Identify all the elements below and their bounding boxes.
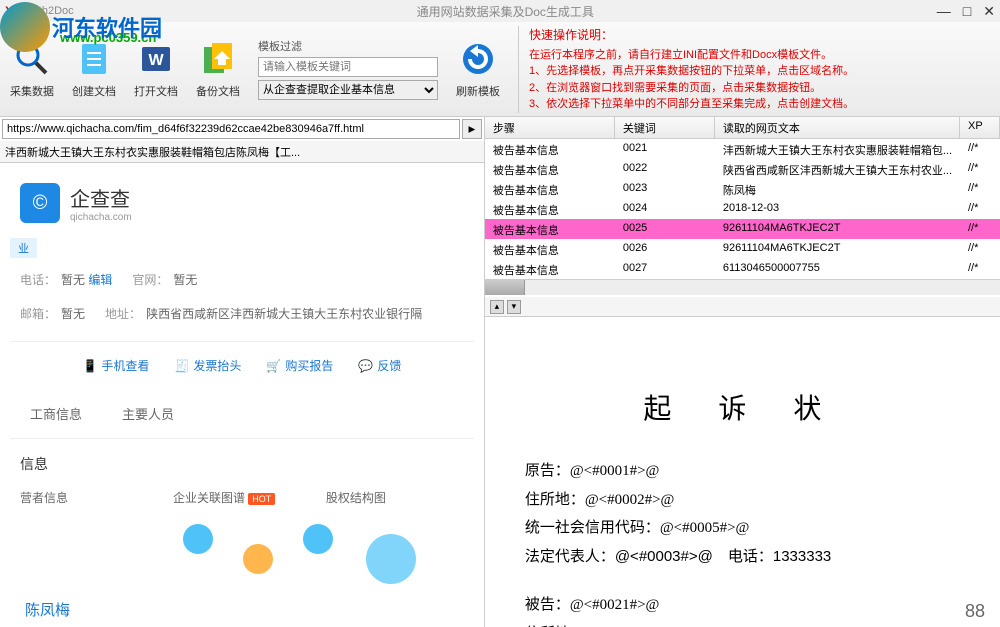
- window-controls: — □ ✕: [937, 3, 995, 20]
- document-preview: 起 诉 状 原告：@<#0001#>@ 住所地：@<#0002#>@ 统一社会信…: [485, 317, 1000, 627]
- page-number: 88: [965, 601, 985, 622]
- maximize-button[interactable]: □: [963, 3, 971, 20]
- data-table: 步骤 关键词 读取的网页文本 XP 被告基本信息0021沣西新城大王镇大王东村衣…: [485, 117, 1000, 297]
- browser-tab[interactable]: 沣西新城大王镇大王东村衣实惠服装鞋帽箱包店陈凤梅【工...: [0, 141, 484, 163]
- qcc-brand: 企查查: [70, 183, 132, 212]
- mobile-view[interactable]: 📱 手机查看: [82, 357, 149, 374]
- ruler-down-icon[interactable]: ▾: [507, 300, 521, 314]
- help-title: 快速操作说明：: [529, 26, 990, 43]
- qcc-logo-icon: ©: [20, 183, 60, 223]
- quick-help: 快速操作说明： 在运行本程序之前，请自行建立INI配置文件和Docx模板文件。 …: [518, 26, 990, 113]
- window-title: 通用网站数据采集及Doc生成工具: [74, 3, 937, 20]
- edit-link[interactable]: 编辑: [88, 273, 112, 287]
- template-filter: 模板过滤 从企查查提取企业基本信息: [258, 38, 438, 100]
- tab-business-info[interactable]: 工商信息: [30, 404, 82, 423]
- left-pane: ▸ 沣西新城大王镇大王东村衣实惠服装鞋帽箱包店陈凤梅【工... © 企查查 qi…: [0, 117, 485, 627]
- table-row[interactable]: 被告基本信息0021沣西新城大王镇大王东村衣实惠服装鞋帽箱包...//*: [485, 139, 1000, 159]
- help-line-1: 1、先选择模板，再点开采集数据按钮的下拉菜单，点击区域名称。: [529, 63, 990, 80]
- url-bar: ▸: [0, 117, 484, 141]
- help-line-2: 2、在浏览器窗口找到需要采集的页面，点击采集数据按钮。: [529, 80, 990, 97]
- table-row[interactable]: 被告基本信息0023陈凤梅//*: [485, 179, 1000, 199]
- doc-title: 起 诉 状: [525, 387, 960, 427]
- watermark-site: 河东软件园: [52, 11, 162, 43]
- backup-icon: [198, 39, 238, 79]
- help-line-0: 在运行本程序之前，请自行建立INI配置文件和Docx模板文件。: [529, 47, 990, 64]
- right-pane: 步骤 关键词 读取的网页文本 XP 被告基本信息0021沣西新城大王镇大王东村衣…: [485, 117, 1000, 627]
- url-input[interactable]: [2, 119, 460, 139]
- svg-text:W: W: [148, 52, 164, 69]
- webpage-preview[interactable]: © 企查查 qichacha.com 业 电话：暂无 编辑 官网：暂无 邮箱：暂…: [0, 163, 484, 627]
- invoice-title[interactable]: 🧾 发票抬头: [174, 357, 241, 374]
- doc-ruler: ▴ ▾: [485, 297, 1000, 317]
- filter-select[interactable]: 从企查查提取企业基本信息: [258, 80, 438, 100]
- info-section: 信息: [10, 439, 474, 489]
- help-line-3: 3、依次选择下拉菜单中的不同部分直至采集完成，点击创建文档。: [529, 96, 990, 113]
- watermark: 河东软件园: [0, 2, 162, 52]
- relation-graph: [173, 514, 311, 594]
- table-scrollbar[interactable]: [485, 279, 1000, 295]
- tab-key-people[interactable]: 主要人员: [122, 404, 174, 423]
- refresh-template-button[interactable]: 刷新模板: [456, 39, 500, 99]
- table-row[interactable]: 被告基本信息0022陕西省西咸新区沣西新城大王镇大王东村农业...//*: [485, 159, 1000, 179]
- table-row[interactable]: 被告基本信息00276113046500007755//*: [485, 259, 1000, 279]
- ruler-up-icon[interactable]: ▴: [490, 300, 504, 314]
- go-button[interactable]: ▸: [462, 119, 482, 139]
- minimize-button[interactable]: —: [937, 3, 951, 20]
- table-row[interactable]: 被告基本信息002692611104MA6TKJEC2T//*: [485, 239, 1000, 259]
- feedback[interactable]: 💬 反馈: [358, 357, 401, 374]
- filter-input[interactable]: [258, 57, 438, 77]
- refresh-icon: [458, 39, 498, 79]
- backup-doc-button[interactable]: 备份文档: [196, 39, 240, 99]
- table-header: 步骤 关键词 读取的网页文本 XP: [485, 117, 1000, 139]
- equity-graph: [326, 514, 464, 594]
- table-row[interactable]: 被告基本信息00242018-12-03//*: [485, 199, 1000, 219]
- qcc-url: qichacha.com: [70, 212, 132, 223]
- watermark-logo-icon: [0, 2, 50, 52]
- filter-label: 模板过滤: [258, 38, 438, 54]
- person-name[interactable]: 陈凤梅: [25, 599, 459, 620]
- table-row[interactable]: 被告基本信息002592611104MA6TKJEC2T//*: [485, 219, 1000, 239]
- buy-report[interactable]: 🛒 购买报告: [266, 357, 333, 374]
- close-button[interactable]: ✕: [983, 3, 995, 20]
- qcc-tag: 业: [10, 238, 37, 258]
